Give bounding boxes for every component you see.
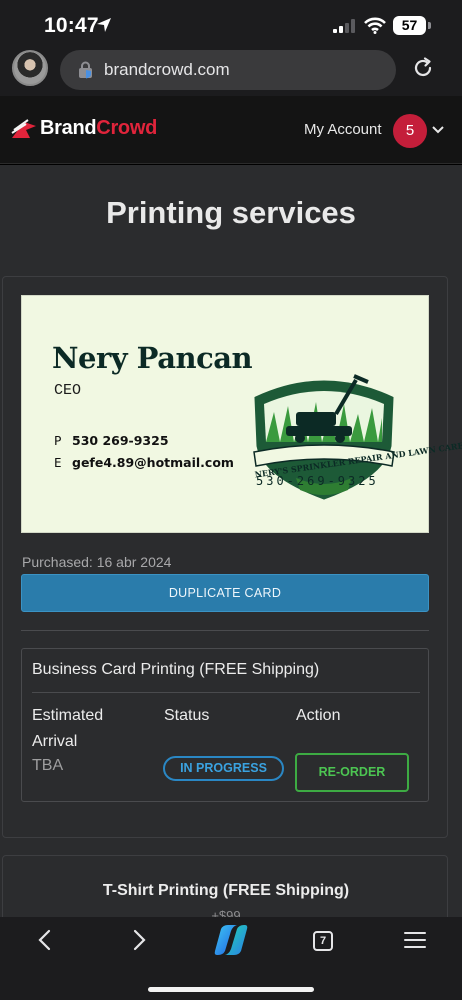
- home-indicator: [148, 987, 314, 992]
- print-order-divider: [32, 692, 420, 693]
- reload-icon[interactable]: [411, 56, 435, 80]
- estimated-arrival-header: Estimated Arrival: [32, 707, 104, 750]
- copilot-icon[interactable]: [213, 923, 249, 957]
- wifi-icon: [364, 17, 386, 34]
- status-badge: IN PROGRESS: [163, 756, 284, 781]
- card-phone-key: P: [54, 433, 62, 448]
- brand-logo-text[interactable]: BrandCrowd: [40, 117, 157, 140]
- clock: 10:47: [44, 14, 99, 37]
- tshirt-printing-title: T-Shirt Printing (FREE Shipping): [102, 882, 350, 899]
- card-email-line: Egefe4.89@hotmail.com: [54, 455, 234, 470]
- reorder-button[interactable]: RE-ORDER: [295, 753, 409, 792]
- purchase-date: Purchased: 16 abr 2024: [22, 554, 172, 570]
- logo-brand: Brand: [40, 117, 97, 139]
- notification-badge[interactable]: 5: [393, 114, 427, 148]
- tabs-button[interactable]: 7: [313, 931, 333, 951]
- menu-icon[interactable]: [404, 931, 426, 949]
- browser-toolbar: 7: [0, 917, 462, 1000]
- site-header: BrandCrowd My Account 5: [0, 96, 462, 164]
- browser-bar: brandcrowd.com: [0, 50, 462, 96]
- tshirt-printing-price: +$99: [211, 908, 241, 917]
- status-header: Status: [164, 707, 210, 724]
- card-name: Nery Pancan: [52, 341, 253, 375]
- action-header: Action: [296, 707, 341, 724]
- chevron-down-icon[interactable]: [432, 126, 444, 134]
- brandcrowd-logo-icon[interactable]: [10, 118, 38, 142]
- profile-avatar[interactable]: [12, 50, 48, 86]
- duplicate-card-button[interactable]: DUPLICATE CARD: [21, 574, 429, 612]
- location-arrow-icon: [97, 18, 111, 32]
- estimated-arrival-value: TBA: [32, 757, 64, 774]
- page-title: Printing services: [106, 195, 356, 230]
- card-phone-line: P 530 269-9325: [54, 433, 169, 448]
- card-email-key: E: [54, 455, 62, 470]
- business-card-preview: Nery Pancan CEO P 530 269-9325 Egefe4.89@…: [21, 295, 462, 533]
- print-order-box: Business Card Printing (FREE Shipping) E…: [21, 648, 429, 802]
- logo-crowd: Crowd: [96, 117, 158, 139]
- back-icon[interactable]: [36, 929, 54, 951]
- cellular-signal-icon: [333, 19, 355, 33]
- business-card-order: Nery Pancan CEO P 530 269-9325 Egefe4.89@…: [2, 276, 462, 838]
- section-divider: [21, 630, 429, 631]
- card-email: gefe4.89@hotmail.com: [72, 455, 234, 470]
- status-bar: 10:47 57: [0, 0, 462, 50]
- card-phone: 530 269-9325: [72, 433, 169, 448]
- battery-indicator: 57: [393, 16, 426, 35]
- battery-tip: [428, 22, 431, 29]
- card-logo-phone: 530-269-9325: [256, 474, 379, 488]
- tshirt-printing-card: T-Shirt Printing (FREE Shipping) +$99: [2, 855, 448, 917]
- my-account-link[interactable]: My Account: [304, 121, 382, 138]
- forward-icon[interactable]: [130, 929, 148, 951]
- main-content: Printing services Nery Pancan CEO P 530 2…: [0, 165, 462, 917]
- address-bar[interactable]: brandcrowd.com: [60, 50, 396, 90]
- url-text: brandcrowd.com: [104, 60, 230, 79]
- lock-icon: [79, 61, 92, 79]
- card-role: CEO: [54, 382, 82, 399]
- print-order-title: Business Card Printing (FREE Shipping): [32, 661, 320, 678]
